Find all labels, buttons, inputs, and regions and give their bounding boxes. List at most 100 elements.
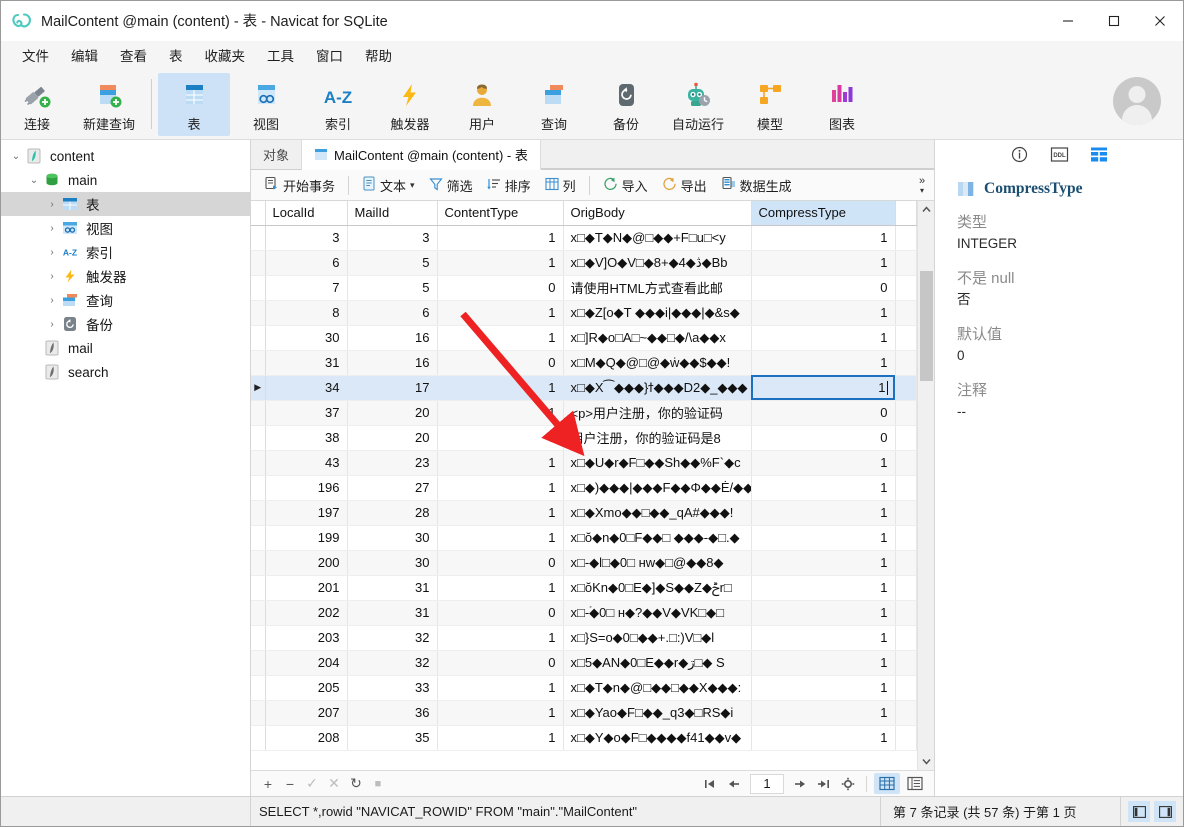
- cell-compresstype[interactable]: 0: [751, 275, 896, 301]
- cell-contenttype[interactable]: 0: [437, 275, 564, 301]
- cell-origbody[interactable]: x□5◆AN◆0□E◆◆r◆ڗ□◆ S: [563, 650, 752, 676]
- cell-mailid[interactable]: 5: [347, 275, 438, 301]
- table-row[interactable]: 197 28 1 x□◆Xmo◆◆□◆◆_qA#◆◆◆! 1: [251, 500, 917, 526]
- cell-localid[interactable]: 197: [265, 500, 348, 526]
- cell-localid[interactable]: 201: [265, 575, 348, 601]
- cell-contenttype[interactable]: 1: [437, 375, 564, 401]
- sidebar-item-views[interactable]: › 视图: [1, 216, 250, 240]
- cell-contenttype[interactable]: 1: [437, 700, 564, 726]
- cell-localid[interactable]: 199: [265, 525, 348, 551]
- chevron-down-icon[interactable]: ⌄: [25, 175, 43, 186]
- page-number-input[interactable]: 1: [750, 773, 784, 794]
- export-button[interactable]: 导出: [655, 173, 714, 198]
- cell-contenttype[interactable]: 0: [437, 350, 564, 376]
- cell-contenttype[interactable]: 1: [437, 500, 564, 526]
- cell-localid[interactable]: 202: [265, 600, 348, 626]
- row-marker-cell[interactable]: [251, 600, 266, 626]
- cell-localid[interactable]: 38: [265, 425, 348, 451]
- tab-objects[interactable]: 对象: [251, 140, 303, 169]
- info-tab[interactable]: [1006, 144, 1032, 166]
- table-row[interactable]: 207 36 1 x□◆Yao◆F□◆◆_q3◆□RS◆i 1: [251, 700, 917, 726]
- cell-compresstype[interactable]: 1: [751, 675, 896, 701]
- import-button[interactable]: 导入: [596, 173, 655, 198]
- chevron-right-icon[interactable]: ›: [43, 223, 61, 234]
- previous-page-button[interactable]: [723, 774, 745, 794]
- table-row[interactable]: 202 31 0 x□-ۘ◆0□ н◆?◆◆V◆VK□◆□ 1: [251, 600, 917, 626]
- table-row[interactable]: 199 30 1 x□ŏ◆n◆0□F◆◆□ ◆◆◆-◆□.◆ 1: [251, 525, 917, 551]
- sidebar-item-triggers[interactable]: › 触发器: [1, 264, 250, 288]
- sidebar-item-main[interactable]: ⌄ main: [1, 168, 250, 192]
- user-avatar-wrap[interactable]: [1113, 77, 1161, 125]
- cell-localid[interactable]: 34: [265, 375, 348, 401]
- cell-mailid[interactable]: 28: [347, 500, 438, 526]
- minimize-button[interactable]: [1045, 1, 1091, 41]
- row-marker-cell[interactable]: [251, 700, 266, 726]
- menu-view[interactable]: 查看: [109, 41, 158, 69]
- tab-mailcontent[interactable]: MailContent @main (content) - 表: [302, 140, 541, 170]
- first-page-button[interactable]: [699, 774, 721, 794]
- chevron-right-icon[interactable]: ›: [43, 295, 61, 306]
- begin-transaction-button[interactable]: 开始事务: [257, 173, 342, 198]
- scroll-up-button[interactable]: [918, 201, 935, 218]
- row-marker-cell[interactable]: [251, 350, 266, 376]
- cell-contenttype[interactable]: 0: [437, 425, 564, 451]
- cell-mailid[interactable]: 30: [347, 525, 438, 551]
- row-marker-cell[interactable]: [251, 400, 266, 426]
- row-marker-cell[interactable]: ▶: [251, 375, 266, 401]
- row-marker-cell[interactable]: [251, 575, 266, 601]
- menu-tools[interactable]: 工具: [256, 41, 305, 69]
- sidebar-item-tables[interactable]: › 表: [1, 192, 250, 216]
- cell-origbody[interactable]: 用户注册，你的验证码是8: [563, 425, 752, 451]
- cell-localid[interactable]: 30: [265, 325, 348, 351]
- cell-contenttype[interactable]: 1: [437, 400, 564, 426]
- chevron-right-icon[interactable]: ›: [43, 199, 61, 210]
- cell-contenttype[interactable]: 1: [437, 575, 564, 601]
- cell-origbody[interactable]: x□]R◆o□A□~◆◆□◆/\a◆◆x: [563, 325, 752, 351]
- cell-origbody[interactable]: x□◆Xmo◆◆□◆◆_qA#◆◆◆!: [563, 500, 752, 526]
- cell-origbody[interactable]: x□◆U◆r◆F□◆◆Sh◆◆%F`◆c: [563, 450, 752, 476]
- table-row[interactable]: 31 16 0 x□M◆Q◆@□@◆ẇ◆◆$◆◆! 1: [251, 350, 917, 376]
- table-columns-tab[interactable]: [1086, 144, 1112, 166]
- cell-compresstype[interactable]: 0: [751, 400, 896, 426]
- row-marker-cell[interactable]: [251, 500, 266, 526]
- cell-contenttype[interactable]: 1: [437, 625, 564, 651]
- menu-help[interactable]: 帮助: [354, 41, 403, 69]
- row-marker-cell[interactable]: [251, 450, 266, 476]
- cell-localid[interactable]: 204: [265, 650, 348, 676]
- table-row[interactable]: 8 6 1 x□◆Z[o◆T ◆◆◆i|◆◆◆|◆&s◆ 1: [251, 300, 917, 326]
- menu-favorites[interactable]: 收藏夹: [194, 41, 257, 69]
- text-button[interactable]: 文本 ▾: [355, 173, 422, 198]
- sidebar-item-queries[interactable]: › 查询: [1, 288, 250, 312]
- cell-mailid[interactable]: 36: [347, 700, 438, 726]
- cell-localid[interactable]: 196: [265, 475, 348, 501]
- table-row[interactable]: 196 27 1 x□◆)◆◆◆|◆◆◆F◆◆Φ◆◆Ė/◆◆ 1: [251, 475, 917, 501]
- cell-mailid[interactable]: 31: [347, 575, 438, 601]
- cell-mailid[interactable]: 31: [347, 600, 438, 626]
- cell-origbody[interactable]: x□◆V]O◆V□◆8+◆4◆ڎ◆Bb: [563, 250, 752, 276]
- stop-button[interactable]: ■: [367, 774, 389, 794]
- cell-mailid[interactable]: 17: [347, 375, 438, 401]
- toolbar-index[interactable]: A-Z 索引: [302, 73, 374, 136]
- menu-window[interactable]: 窗口: [305, 41, 354, 69]
- sidebar-item-backups[interactable]: › 备份: [1, 312, 250, 336]
- cell-origbody[interactable]: x□}S=o◆0□◆◆+.□:)V□◆l: [563, 625, 752, 651]
- toolbar-overflow-button[interactable]: » ▾: [914, 170, 930, 201]
- table-row[interactable]: 38 20 0 用户注册，你的验证码是8 0: [251, 425, 917, 451]
- cancel-changes-button[interactable]: ✕: [323, 774, 345, 794]
- refresh-button[interactable]: ↻: [345, 774, 367, 794]
- avatar[interactable]: [1113, 77, 1161, 125]
- cell-localid[interactable]: 6: [265, 250, 348, 276]
- cell-mailid[interactable]: 16: [347, 325, 438, 351]
- toolbar-automation[interactable]: 自动运行: [662, 73, 734, 136]
- grid-vertical-scrollbar[interactable]: [917, 201, 934, 770]
- scrollbar-thumb[interactable]: [920, 271, 933, 381]
- cell-contenttype[interactable]: 0: [437, 600, 564, 626]
- column-header-localid[interactable]: LocalId: [265, 201, 348, 226]
- cell-mailid[interactable]: 32: [347, 650, 438, 676]
- cell-mailid[interactable]: 32: [347, 625, 438, 651]
- menu-table[interactable]: 表: [158, 41, 194, 69]
- toggle-right-panel-button[interactable]: [1154, 801, 1176, 822]
- toolbar-view[interactable]: 视图: [230, 73, 302, 136]
- cell-origbody[interactable]: x□ŏKn◆0□E◆]◆S◆◆Z◆ݲr□: [563, 575, 752, 601]
- cell-mailid[interactable]: 33: [347, 675, 438, 701]
